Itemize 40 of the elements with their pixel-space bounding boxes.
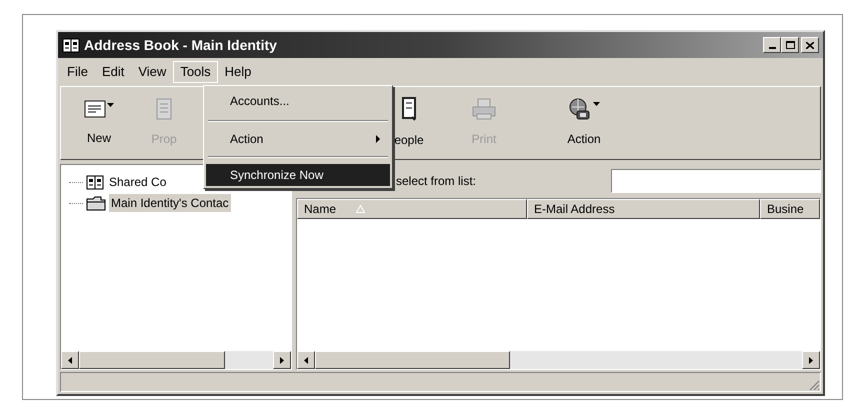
folder-icon bbox=[86, 196, 106, 210]
scroll-left-button[interactable] bbox=[297, 351, 315, 369]
document-icon bbox=[156, 98, 172, 120]
right-arrow-icon bbox=[809, 356, 813, 364]
menu-item[interactable]: File bbox=[60, 61, 95, 83]
scroll-left-button[interactable] bbox=[61, 351, 79, 369]
book-icon bbox=[62, 38, 80, 52]
close-icon bbox=[806, 42, 814, 48]
printer-icon bbox=[472, 98, 496, 120]
menu-item[interactable]: Help bbox=[218, 61, 258, 83]
minimize-icon bbox=[768, 47, 776, 49]
book-icon bbox=[402, 97, 416, 121]
globe-phone-icon bbox=[568, 98, 592, 120]
column-header[interactable]: E-Mail Address bbox=[527, 199, 760, 219]
horizontal-scrollbar[interactable] bbox=[297, 351, 820, 369]
horizontal-scrollbar[interactable] bbox=[61, 351, 291, 369]
close-button[interactable] bbox=[801, 37, 819, 53]
scroll-right-button[interactable] bbox=[802, 351, 820, 369]
menu-item[interactable]: View bbox=[131, 61, 174, 83]
card-icon bbox=[84, 99, 106, 119]
left-arrow-icon bbox=[68, 356, 72, 364]
search-field[interactable] bbox=[611, 169, 821, 193]
minimize-button[interactable] bbox=[763, 37, 781, 53]
search-label: select from list: bbox=[396, 173, 476, 190]
maximize-icon bbox=[786, 41, 794, 49]
window-title: Address Book - Main Identity bbox=[84, 36, 277, 55]
toolbar-button[interactable]: Action bbox=[529, 87, 639, 159]
left-arrow-icon bbox=[304, 356, 308, 364]
scroll-thumb[interactable] bbox=[315, 351, 510, 369]
right-arrow-icon bbox=[280, 356, 284, 364]
book-icon bbox=[86, 174, 104, 190]
menu-option[interactable]: Synchronize Now bbox=[206, 164, 390, 186]
toolbar-button[interactable]: New bbox=[69, 87, 129, 159]
column-header[interactable]: Name bbox=[297, 199, 527, 219]
maximize-button[interactable] bbox=[781, 37, 799, 53]
column-header[interactable]: Busine bbox=[760, 199, 820, 219]
menu-item[interactable]: Edit bbox=[94, 61, 132, 83]
menu-item[interactable]: Tools bbox=[173, 61, 218, 83]
scroll-right-button[interactable] bbox=[273, 351, 291, 369]
scroll-thumb[interactable] bbox=[79, 351, 224, 369]
